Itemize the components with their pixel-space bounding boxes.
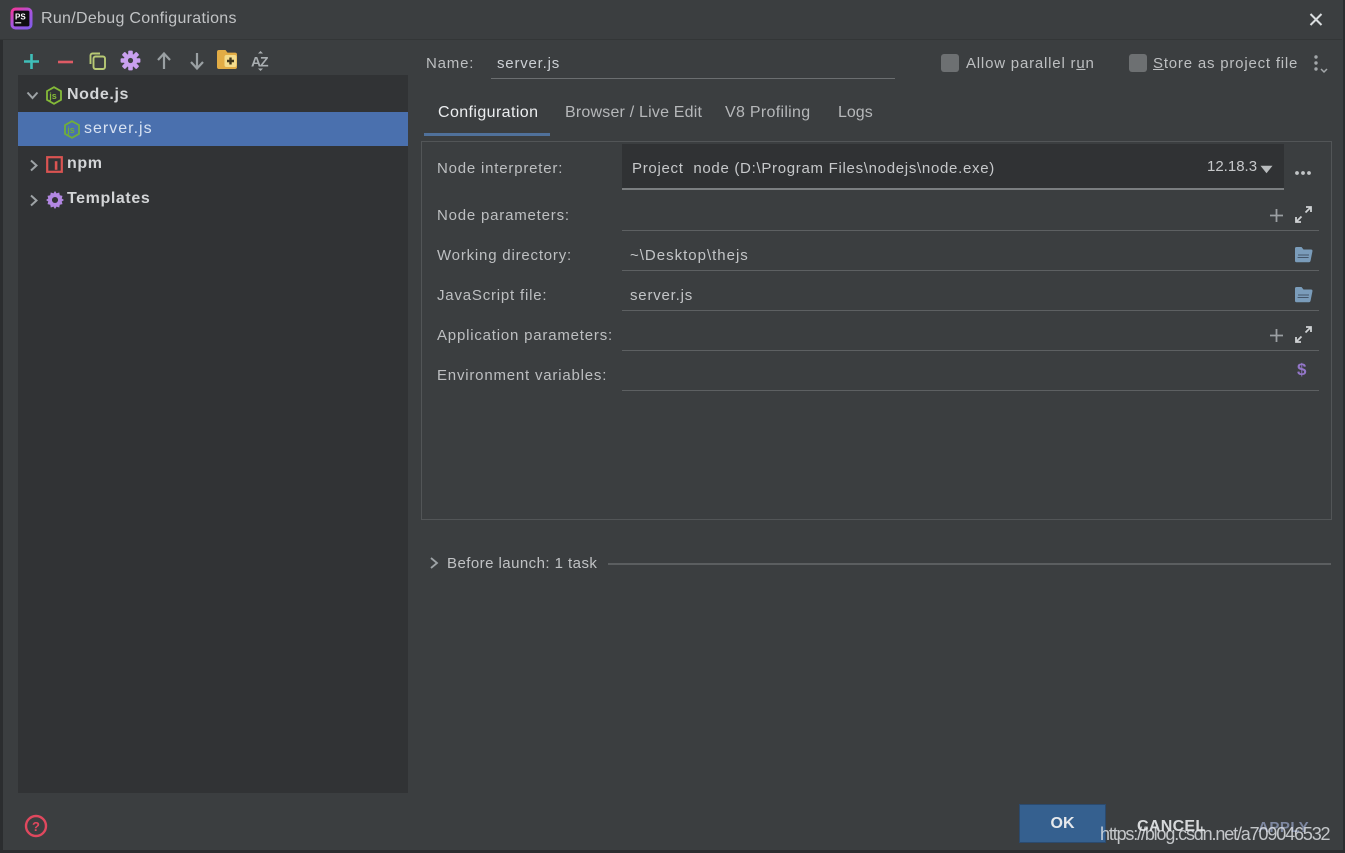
svg-text:Z: Z xyxy=(260,54,269,70)
svg-text:js: js xyxy=(48,91,57,101)
svg-text:js: js xyxy=(66,125,75,135)
svg-text:PS: PS xyxy=(15,13,26,22)
svg-text:?: ? xyxy=(32,819,40,834)
